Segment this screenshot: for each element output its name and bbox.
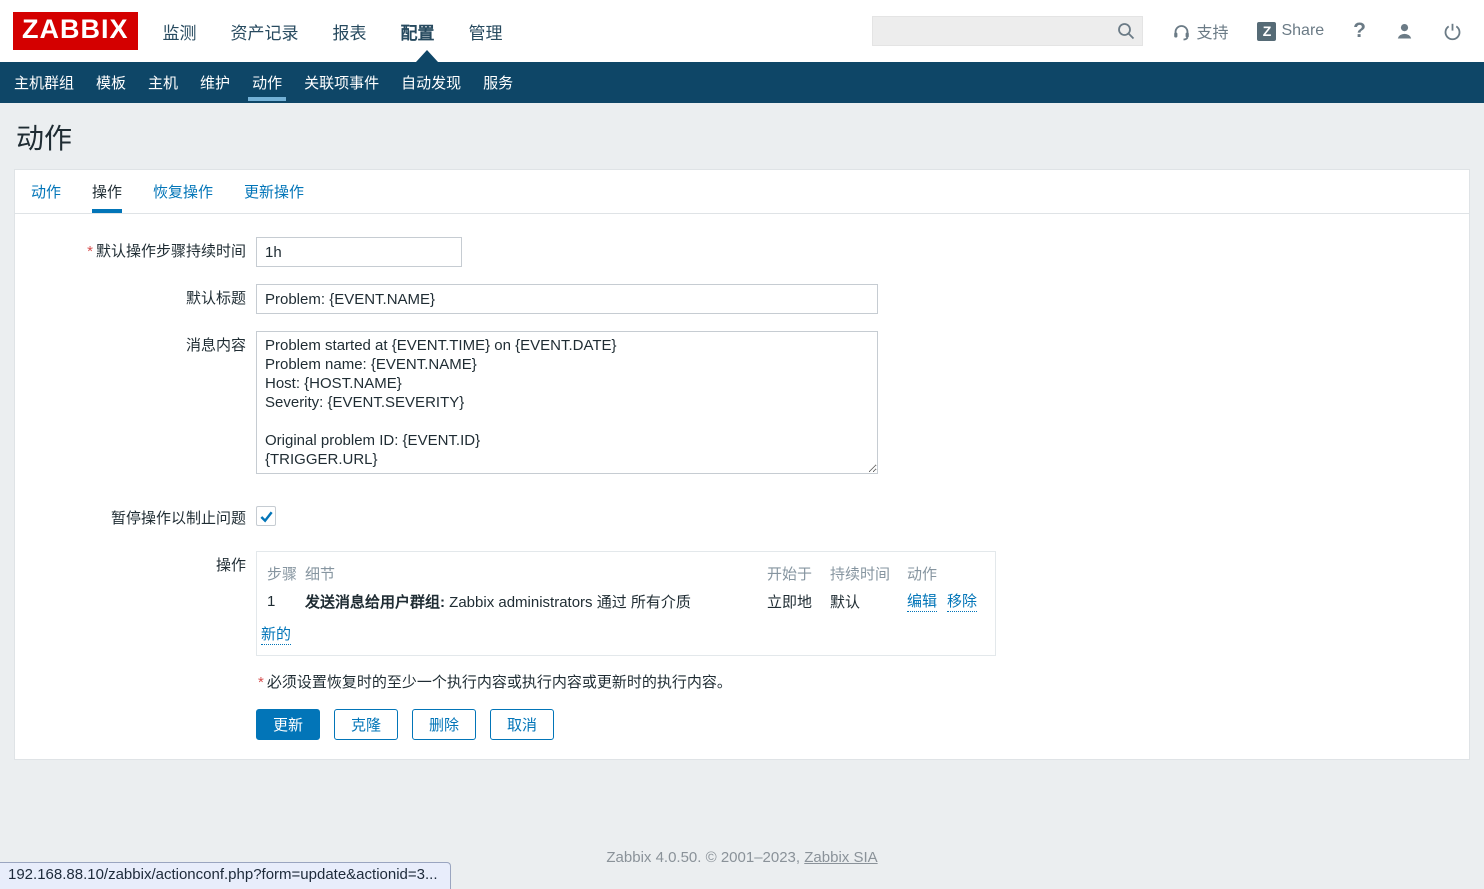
menu-item-administration[interactable]: 管理 [469,19,503,44]
search-icon[interactable] [1116,21,1136,41]
share-label: Share [1281,22,1324,40]
operation-new-link[interactable]: 新的 [261,623,291,645]
operations-table: 步骤 细节 开始于 持续时间 动作 1 发送消息给用户群组: Zabbix ad… [256,551,996,656]
menu-item-reports[interactable]: 报表 [333,19,367,44]
header-right-tools: 支持 Z Share ? [872,16,1462,46]
required-mark: * [87,243,93,260]
row-message-content: 消息内容 Problem started at {EVENT.TIME} on … [15,331,1469,478]
default-step-duration-input[interactable] [256,237,462,267]
row-pause-operations: 暂停操作以制止问题 [15,504,1469,534]
search-input[interactable] [872,16,1143,46]
col-step: 步骤 [267,563,305,584]
user-icon [1395,22,1414,41]
operation-step: 1 [267,593,305,610]
subnav-item-host-groups[interactable]: 主机群组 [14,62,74,103]
page-title: 动作 [0,103,1484,169]
cancel-button[interactable]: 取消 [490,709,554,740]
subnav-item-hosts[interactable]: 主机 [148,62,178,103]
menu-item-inventory[interactable]: 资产记录 [231,19,299,44]
default-subject-label: 默认标题 [15,284,246,314]
required-mark: * [258,674,264,691]
action-form-panel: 动作 操作 恢复操作 更新操作 *默认操作步骤持续时间 默认标题 消息内容 Pr… [14,169,1470,760]
check-icon [259,509,274,524]
operation-edit-link[interactable]: 编辑 [907,590,937,612]
menu-item-configuration[interactable]: 配置 [401,19,435,44]
subnav-item-actions[interactable]: 动作 [252,62,282,103]
menu-item-monitoring[interactable]: 监测 [163,19,197,44]
share-link[interactable]: Z Share [1257,22,1324,41]
default-step-duration-label: *默认操作步骤持续时间 [15,237,246,267]
operations-header-row: 步骤 细节 开始于 持续时间 动作 [267,560,985,586]
logout-button[interactable] [1443,22,1462,41]
support-label: 支持 [1196,19,1228,43]
subnav-item-maintenance[interactable]: 维护 [200,62,230,103]
support-link[interactable]: 支持 [1172,19,1228,43]
top-header: ZABBIX 监测 资产记录 报表 配置 管理 支持 Z Share [0,0,1484,62]
operation-details-type: 发送消息给用户群组: [305,594,445,611]
row-default-subject: 默认标题 [15,284,1469,314]
zabbix-logo[interactable]: ZABBIX [13,12,138,50]
tab-action[interactable]: 动作 [31,170,61,213]
power-icon [1443,22,1462,41]
operation-duration: 默认 [830,591,907,612]
col-start-in: 开始于 [767,563,830,584]
operation-details-target: Zabbix administrators 通过 所有介质 [445,594,691,611]
operation-row: 1 发送消息给用户群组: Zabbix administrators 通过 所有… [267,586,985,616]
subnav-caret [416,50,438,62]
tab-operations[interactable]: 操作 [92,170,122,213]
clone-button[interactable]: 克隆 [334,709,398,740]
form-tabbar: 动作 操作 恢复操作 更新操作 [15,170,1469,214]
search-box [872,16,1143,46]
zabbix-share-icon: Z [1257,22,1276,41]
subnav-item-templates[interactable]: 模板 [96,62,126,103]
delete-button[interactable]: 删除 [412,709,476,740]
footer-text: Zabbix 4.0.50. © 2001–2023, [606,849,804,866]
pause-operations-label: 暂停操作以制止问题 [15,504,246,534]
row-default-step-duration: *默认操作步骤持续时间 [15,237,1469,267]
form-buttons: 更新 克隆 删除 取消 [256,709,1469,740]
default-subject-input[interactable] [256,284,878,314]
tab-recovery-operations[interactable]: 恢复操作 [153,170,213,213]
row-operations-table: 操作 步骤 细节 开始于 持续时间 动作 1 发送消息给用户群组: Zabbix… [15,551,1469,656]
col-duration: 持续时间 [830,563,907,584]
update-button[interactable]: 更新 [256,709,320,740]
col-details: 细节 [305,563,767,584]
tab-update-operations[interactable]: 更新操作 [244,170,304,213]
operations-form: *默认操作步骤持续时间 默认标题 消息内容 Problem started at… [15,214,1469,740]
subnav-item-event-correlation[interactable]: 关联项事件 [304,62,379,103]
main-menu: 监测 资产记录 报表 配置 管理 [163,19,503,44]
message-content-label: 消息内容 [15,331,246,361]
required-note: *必须设置恢复时的至少一个执行内容或执行内容或更新时的执行内容。 [258,671,1469,692]
operation-remove-link[interactable]: 移除 [947,590,977,612]
col-action: 动作 [907,563,985,584]
subnav-item-services[interactable]: 服务 [483,62,513,103]
operation-start-in: 立即地 [767,591,830,612]
config-subnav: 主机群组 模板 主机 维护 动作 关联项事件 自动发现 服务 [0,62,1484,103]
message-content-textarea[interactable]: Problem started at {EVENT.TIME} on {EVEN… [256,331,878,474]
footer-zabbix-sia-link[interactable]: Zabbix SIA [804,849,877,866]
headset-icon [1172,22,1191,41]
browser-status-url: 192.168.88.10/zabbix/actionconf.php?form… [0,862,451,889]
operations-label: 操作 [15,551,246,581]
help-button[interactable]: ? [1353,19,1366,43]
profile-button[interactable] [1395,22,1414,41]
subnav-item-discovery[interactable]: 自动发现 [401,62,461,103]
operation-details: 发送消息给用户群组: Zabbix administrators 通过 所有介质 [305,591,767,612]
pause-checkbox[interactable] [256,506,276,526]
